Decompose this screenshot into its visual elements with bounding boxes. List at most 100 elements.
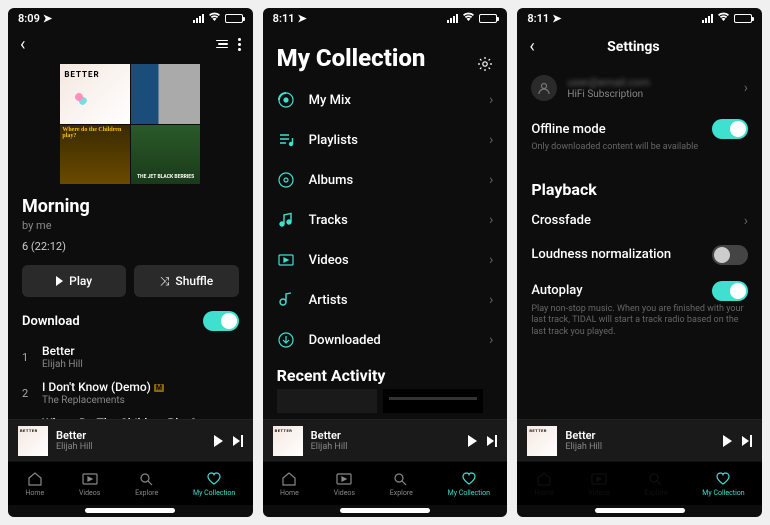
tab-label: Videos [588, 489, 609, 497]
status-bar: 8:11➤ [517, 8, 762, 28]
mini-play-button[interactable] [468, 435, 477, 447]
recent-item[interactable] [277, 389, 377, 413]
mini-play-button[interactable] [214, 435, 223, 447]
location-icon: ➤ [552, 12, 561, 25]
status-bar: 8:11➤ [263, 8, 508, 28]
home-indicator[interactable] [340, 508, 430, 513]
offline-toggle[interactable] [712, 119, 748, 139]
mini-player[interactable]: Better Elijah Hill [8, 419, 253, 461]
tab-videos[interactable]: Videos [334, 471, 355, 497]
track-title: I Don't Know (Demo)M [42, 380, 239, 394]
tab-label: My Collection [193, 489, 235, 497]
status-bar: 8:09➤ [8, 8, 253, 28]
more-icon[interactable] [238, 38, 241, 51]
setting-crossfade[interactable]: Crossfade › [517, 205, 762, 237]
chevron-right-icon: › [489, 212, 493, 228]
tab-collection[interactable]: My Collection [702, 471, 744, 497]
list-label: My Mix [309, 93, 475, 108]
mymix-icon [277, 91, 295, 109]
track-artist: The Replacements [42, 395, 239, 406]
search-icon [647, 471, 665, 487]
list-label: Albums [309, 173, 475, 188]
tab-collection[interactable]: My Collection [193, 471, 235, 497]
list-item-downloaded[interactable]: Downloaded › [263, 320, 508, 354]
setting-offline: Offline mode Only downloaded content wil… [517, 111, 762, 162]
list-item-albums[interactable]: Albums › [263, 160, 508, 200]
mini-player-art [273, 426, 303, 456]
autoplay-toggle[interactable] [712, 281, 748, 301]
recent-activity-header: Recent Activity [263, 354, 508, 389]
status-time: 8:11 [527, 12, 549, 25]
tab-videos[interactable]: Videos [588, 471, 609, 497]
list-item-mymix[interactable]: My Mix › [263, 80, 508, 120]
chevron-right-icon: › [489, 132, 493, 148]
play-button[interactable]: Play [22, 265, 126, 297]
search-icon [392, 471, 410, 487]
track-row[interactable]: 2 I Don't Know (Demo)M The Replacements [8, 375, 253, 411]
play-label: Play [69, 274, 92, 288]
mini-next-button[interactable] [742, 435, 752, 447]
mini-player[interactable]: Better Elijah Hill [263, 419, 508, 461]
page-title: Settings [535, 39, 732, 55]
play-icon [56, 276, 63, 286]
tab-label: Videos [334, 489, 355, 497]
home-icon [26, 471, 44, 487]
badge-icon: M [154, 384, 164, 392]
account-row[interactable]: user@email.com HiFi Subscription › [517, 65, 762, 111]
tab-home[interactable]: Home [280, 471, 299, 497]
list-item-tracks[interactable]: Tracks › [263, 200, 508, 240]
list-label: Tracks [309, 213, 475, 228]
gear-icon[interactable] [477, 50, 493, 66]
downloaded-icon [277, 331, 295, 349]
shuffle-button[interactable]: ⤨Shuffle [134, 265, 238, 297]
list-label: Playlists [309, 133, 475, 148]
tab-home[interactable]: Home [535, 471, 554, 497]
signal-icon [193, 14, 204, 23]
mini-next-button[interactable] [487, 435, 497, 447]
home-indicator[interactable] [85, 508, 175, 513]
videos-icon [590, 471, 608, 487]
tab-collection[interactable]: My Collection [448, 471, 490, 497]
offline-label: Offline mode [531, 122, 712, 137]
account-subscription: HiFi Subscription [567, 89, 733, 100]
list-item-playlists[interactable]: Playlists › [263, 120, 508, 160]
screen-settings: 8:11➤ ‹ Settings user@email.com HiFi Sub… [517, 8, 762, 517]
location-icon: ➤ [298, 12, 307, 25]
recent-item[interactable] [383, 389, 483, 413]
playlists-icon [277, 131, 295, 149]
mini-play-button[interactable] [723, 435, 732, 447]
back-button[interactable]: ‹ [20, 34, 25, 55]
download-toggle[interactable] [203, 311, 239, 331]
list-label: Videos [309, 253, 475, 268]
list-item-videos[interactable]: Videos › [263, 240, 508, 280]
track-row[interactable]: 3 Where Do The Children Play? Yusuf / Ca… [8, 411, 253, 419]
mini-next-button[interactable] [233, 435, 243, 447]
mini-player-art [18, 426, 48, 456]
chevron-right-icon: › [489, 332, 493, 348]
tab-explore[interactable]: Explore [390, 471, 413, 497]
tab-home[interactable]: Home [25, 471, 44, 497]
list-label: Artists [309, 293, 475, 308]
track-row[interactable]: 1 Better Elijah Hill [8, 339, 253, 375]
chevron-right-icon: › [489, 292, 493, 308]
recent-activity-strip[interactable] [263, 389, 508, 419]
loudness-toggle[interactable] [712, 245, 748, 265]
battery-icon [225, 14, 243, 23]
tab-videos[interactable]: Videos [79, 471, 100, 497]
tab-label: Home [535, 489, 554, 497]
track-artist: Elijah Hill [42, 359, 239, 370]
track-title: Better [42, 344, 239, 358]
tab-label: Videos [79, 489, 100, 497]
albums-icon [277, 171, 295, 189]
home-indicator[interactable] [595, 508, 685, 513]
list-item-artists[interactable]: Artists › [263, 280, 508, 320]
playlist-cover [60, 64, 200, 184]
mini-player[interactable]: Better Elijah Hill [517, 419, 762, 461]
autoplay-label: Autoplay [531, 283, 712, 298]
tab-explore[interactable]: Explore [644, 471, 667, 497]
download-label: Download [22, 314, 80, 329]
sort-icon[interactable] [216, 40, 228, 49]
collection-list: My Mix › Playlists › Albums › Tracks › V… [263, 80, 508, 354]
cover-art-4 [131, 125, 201, 185]
tab-explore[interactable]: Explore [135, 471, 158, 497]
